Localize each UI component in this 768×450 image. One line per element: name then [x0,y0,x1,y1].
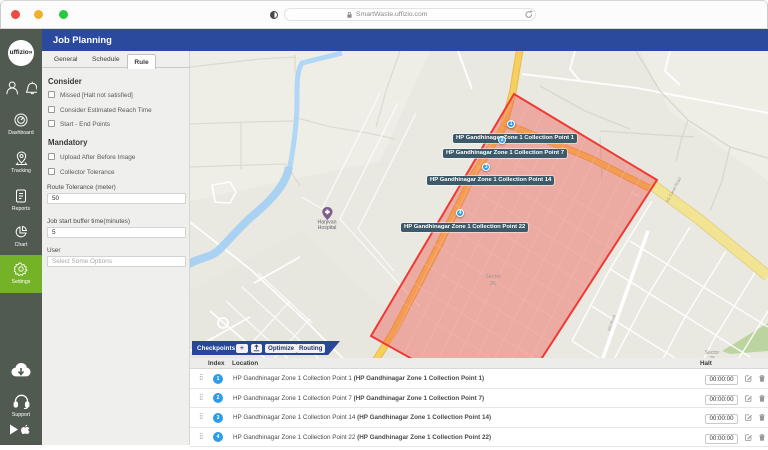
svg-text:Hospital: Hospital [318,225,337,231]
svg-text:26: 26 [490,281,496,287]
svg-text:Sector: Sector [485,274,501,280]
